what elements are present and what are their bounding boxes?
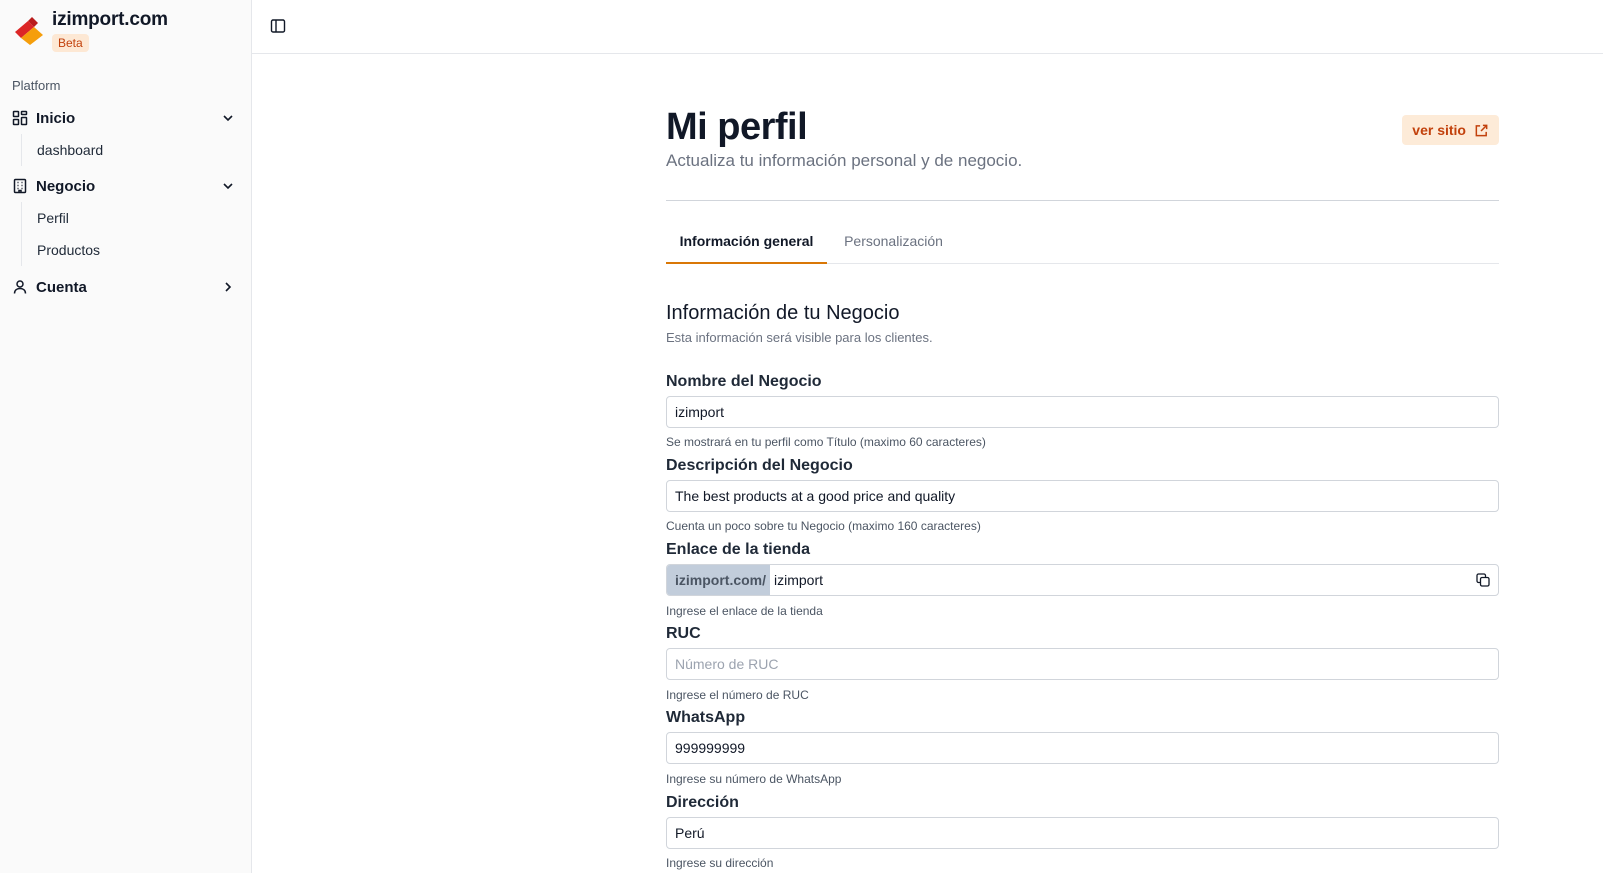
sidebar-item-perfil[interactable]: Perfil xyxy=(22,202,222,234)
view-site-button[interactable]: ver sitio xyxy=(1402,115,1499,145)
whatsapp-help: Ingrese su número de WhatsApp xyxy=(666,772,842,786)
page-title: Mi perfil xyxy=(666,106,808,148)
brand-name: izimport.com xyxy=(52,9,168,30)
sidebar-subnav-inicio: dashboard xyxy=(21,134,222,166)
section-title: Información de tu Negocio xyxy=(666,302,900,324)
user-icon xyxy=(12,279,28,295)
tab-personalizacion[interactable]: Personalización xyxy=(827,226,960,264)
tab-informacion-general[interactable]: Información general xyxy=(666,226,827,264)
chevron-right-icon xyxy=(220,279,236,295)
main-area: Mi perfil Actualiza tu información perso… xyxy=(252,0,1603,873)
topbar xyxy=(252,0,1603,54)
ruc-help: Ingrese el número de RUC xyxy=(666,688,809,702)
sidebar-group-label: Negocio xyxy=(36,177,96,195)
beta-badge: Beta xyxy=(52,34,89,52)
ruc-label: RUC xyxy=(666,625,701,642)
business-name-label: Nombre del Negocio xyxy=(666,373,822,390)
header-divider xyxy=(666,200,1499,201)
ruc-input[interactable] xyxy=(666,648,1499,680)
store-link-prefix: izimport.com/ xyxy=(667,565,771,595)
sidebar-toggle-icon[interactable] xyxy=(268,16,288,36)
brand-text: izimport.com Beta xyxy=(52,9,168,52)
store-link-label: Enlace de la tienda xyxy=(666,541,811,558)
chevron-down-icon xyxy=(220,178,236,194)
sidebar-group-label: Cuenta xyxy=(36,278,87,296)
view-site-label: ver sitio xyxy=(1412,122,1466,138)
sidebar-group-inicio[interactable]: Inicio xyxy=(12,105,236,131)
sidebar-subnav-negocio: Perfil Productos xyxy=(21,202,222,266)
address-input[interactable] xyxy=(666,817,1499,849)
sidebar-group-negocio[interactable]: Negocio xyxy=(12,173,236,199)
sidebar-item-dashboard[interactable]: dashboard xyxy=(22,134,222,166)
business-name-help: Se mostrará en tu perfil como Título (ma… xyxy=(666,435,986,449)
sidebar-group-cuenta[interactable]: Cuenta xyxy=(12,274,236,300)
layout-grid-icon xyxy=(12,110,28,126)
store-link-input[interactable] xyxy=(770,565,1468,595)
sidebar: izimport.com Beta Platform Inicio dashbo… xyxy=(0,0,252,873)
address-label: Dirección xyxy=(666,794,739,811)
sidebar-item-productos[interactable]: Productos xyxy=(22,234,222,266)
building-icon xyxy=(12,178,28,194)
business-description-label: Descripción del Negocio xyxy=(666,457,853,474)
brand[interactable]: izimport.com Beta xyxy=(12,9,168,52)
store-link-field: izimport.com/ xyxy=(666,564,1499,596)
sidebar-section-label: Platform xyxy=(12,78,61,93)
section-description: Esta información será visible para los c… xyxy=(666,330,933,345)
app-root: izimport.com Beta Platform Inicio dashbo… xyxy=(0,0,1603,873)
store-link-help: Ingrese el enlace de la tienda xyxy=(666,604,823,618)
izimport-logo-icon xyxy=(12,13,46,47)
page-subtitle: Actualiza tu información personal y de n… xyxy=(666,151,1023,170)
whatsapp-input[interactable] xyxy=(666,732,1499,764)
address-help: Ingrese su dirección xyxy=(666,856,774,870)
business-description-input[interactable] xyxy=(666,480,1499,512)
business-name-input[interactable] xyxy=(666,396,1499,428)
sidebar-group-label: Inicio xyxy=(36,109,76,127)
external-link-icon xyxy=(1474,123,1489,138)
business-description-help: Cuenta un poco sobre tu Negocio (maximo … xyxy=(666,519,981,533)
copy-icon[interactable] xyxy=(1468,565,1498,595)
profile-tabs: Información general Personalización xyxy=(666,226,1499,264)
whatsapp-label: WhatsApp xyxy=(666,709,746,726)
chevron-down-icon xyxy=(220,110,236,126)
